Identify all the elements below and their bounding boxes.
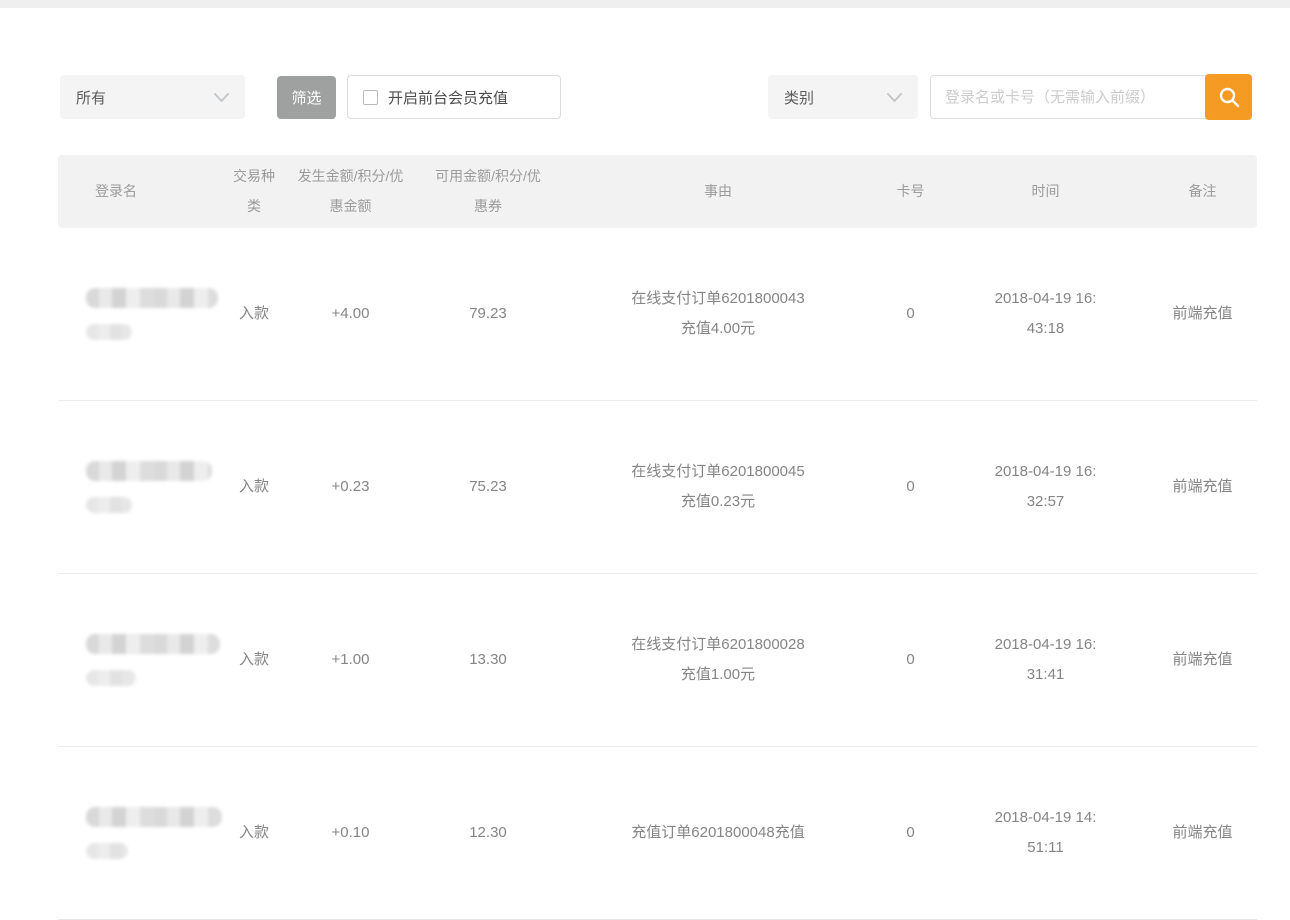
- toolbar: 所有 筛选 开启前台会员充值 类别: [0, 75, 1290, 121]
- cell-remark: 前端充值: [1148, 574, 1257, 747]
- records-table-wrapper: 登录名 交易种 类 发生金额/积分/优 惠金额 可用金额/积分/优 惠券 事由 …: [58, 155, 1257, 920]
- col-card-number: 卡号: [878, 155, 943, 228]
- cell-card: 0: [878, 401, 943, 574]
- cell-type: 入款: [225, 574, 283, 747]
- cell-amount: +1.00: [283, 574, 418, 747]
- scope-select[interactable]: 所有: [60, 75, 245, 119]
- cell-login: [58, 228, 225, 401]
- col-available: 可用金额/积分/优 惠券: [418, 155, 558, 228]
- cell-login: [58, 574, 225, 747]
- cell-amount: +0.10: [283, 747, 418, 920]
- front-desk-recharge-checkbox[interactable]: [363, 90, 378, 105]
- redacted-login-name: [86, 604, 225, 716]
- records-table: 登录名 交易种 类 发生金额/积分/优 惠金额 可用金额/积分/优 惠券 事由 …: [58, 155, 1257, 920]
- cell-available: 13.30: [418, 574, 558, 747]
- search-icon: [1217, 85, 1241, 109]
- table-row: 入款 +4.00 79.23 在线支付订单6201800043 充值4.00元 …: [58, 228, 1257, 401]
- cell-reason: 充值订单6201800048充值: [558, 747, 878, 920]
- cell-card: 0: [878, 747, 943, 920]
- col-remark: 备注: [1148, 155, 1257, 228]
- cell-time: 2018-04-19 16: 32:57: [943, 401, 1148, 574]
- member-recharge-records-page: 所有 筛选 开启前台会员充值 类别: [0, 0, 1290, 624]
- cell-available: 75.23: [418, 401, 558, 574]
- col-amount: 发生金额/积分/优 惠金额: [283, 155, 418, 228]
- cell-type: 入款: [225, 747, 283, 920]
- redacted-login-name: [86, 258, 225, 370]
- table-row: 入款 +0.10 12.30 充值订单6201800048充值 0 2018-0…: [58, 747, 1257, 920]
- cell-available: 12.30: [418, 747, 558, 920]
- cell-amount: +0.23: [283, 401, 418, 574]
- cell-available: 79.23: [418, 228, 558, 401]
- cell-type: 入款: [225, 228, 283, 401]
- cell-login: [58, 747, 225, 920]
- chevron-down-icon: [214, 93, 229, 102]
- table-header-row: 登录名 交易种 类 发生金额/积分/优 惠金额 可用金额/积分/优 惠券 事由 …: [58, 155, 1257, 228]
- category-select-value: 类别: [784, 87, 814, 108]
- search-input[interactable]: [930, 75, 1207, 119]
- cell-time: 2018-04-19 16: 43:18: [943, 228, 1148, 401]
- col-login-name: 登录名: [58, 155, 225, 228]
- top-strip: [0, 0, 1290, 8]
- col-type: 交易种 类: [225, 155, 283, 228]
- cell-remark: 前端充值: [1148, 747, 1257, 920]
- cell-amount: +4.00: [283, 228, 418, 401]
- cell-remark: 前端充值: [1148, 228, 1257, 401]
- table-row: 入款 +0.23 75.23 在线支付订单6201800045 充值0.23元 …: [58, 401, 1257, 574]
- chevron-down-icon: [887, 93, 902, 102]
- col-time: 时间: [943, 155, 1148, 228]
- front-desk-recharge-checkbox-group[interactable]: 开启前台会员充值: [347, 75, 561, 119]
- filter-button[interactable]: 筛选: [277, 76, 336, 119]
- redacted-login-name: [86, 431, 225, 543]
- cell-reason: 在线支付订单6201800028 充值1.00元: [558, 574, 878, 747]
- redacted-login-name: [86, 777, 225, 889]
- cell-remark: 前端充值: [1148, 401, 1257, 574]
- category-select[interactable]: 类别: [768, 75, 918, 119]
- cell-reason: 在线支付订单6201800043 充值4.00元: [558, 228, 878, 401]
- cell-card: 0: [878, 574, 943, 747]
- col-reason: 事由: [558, 155, 878, 228]
- cell-type: 入款: [225, 401, 283, 574]
- cell-time: 2018-04-19 14: 51:11: [943, 747, 1148, 920]
- front-desk-recharge-checkbox-label: 开启前台会员充值: [388, 87, 508, 108]
- cell-time: 2018-04-19 16: 31:41: [943, 574, 1148, 747]
- cell-reason: 在线支付订单6201800045 充值0.23元: [558, 401, 878, 574]
- cell-card: 0: [878, 228, 943, 401]
- search-button[interactable]: [1205, 74, 1252, 120]
- scope-select-value: 所有: [76, 87, 106, 108]
- cell-login: [58, 401, 225, 574]
- table-row: 入款 +1.00 13.30 在线支付订单6201800028 充值1.00元 …: [58, 574, 1257, 747]
